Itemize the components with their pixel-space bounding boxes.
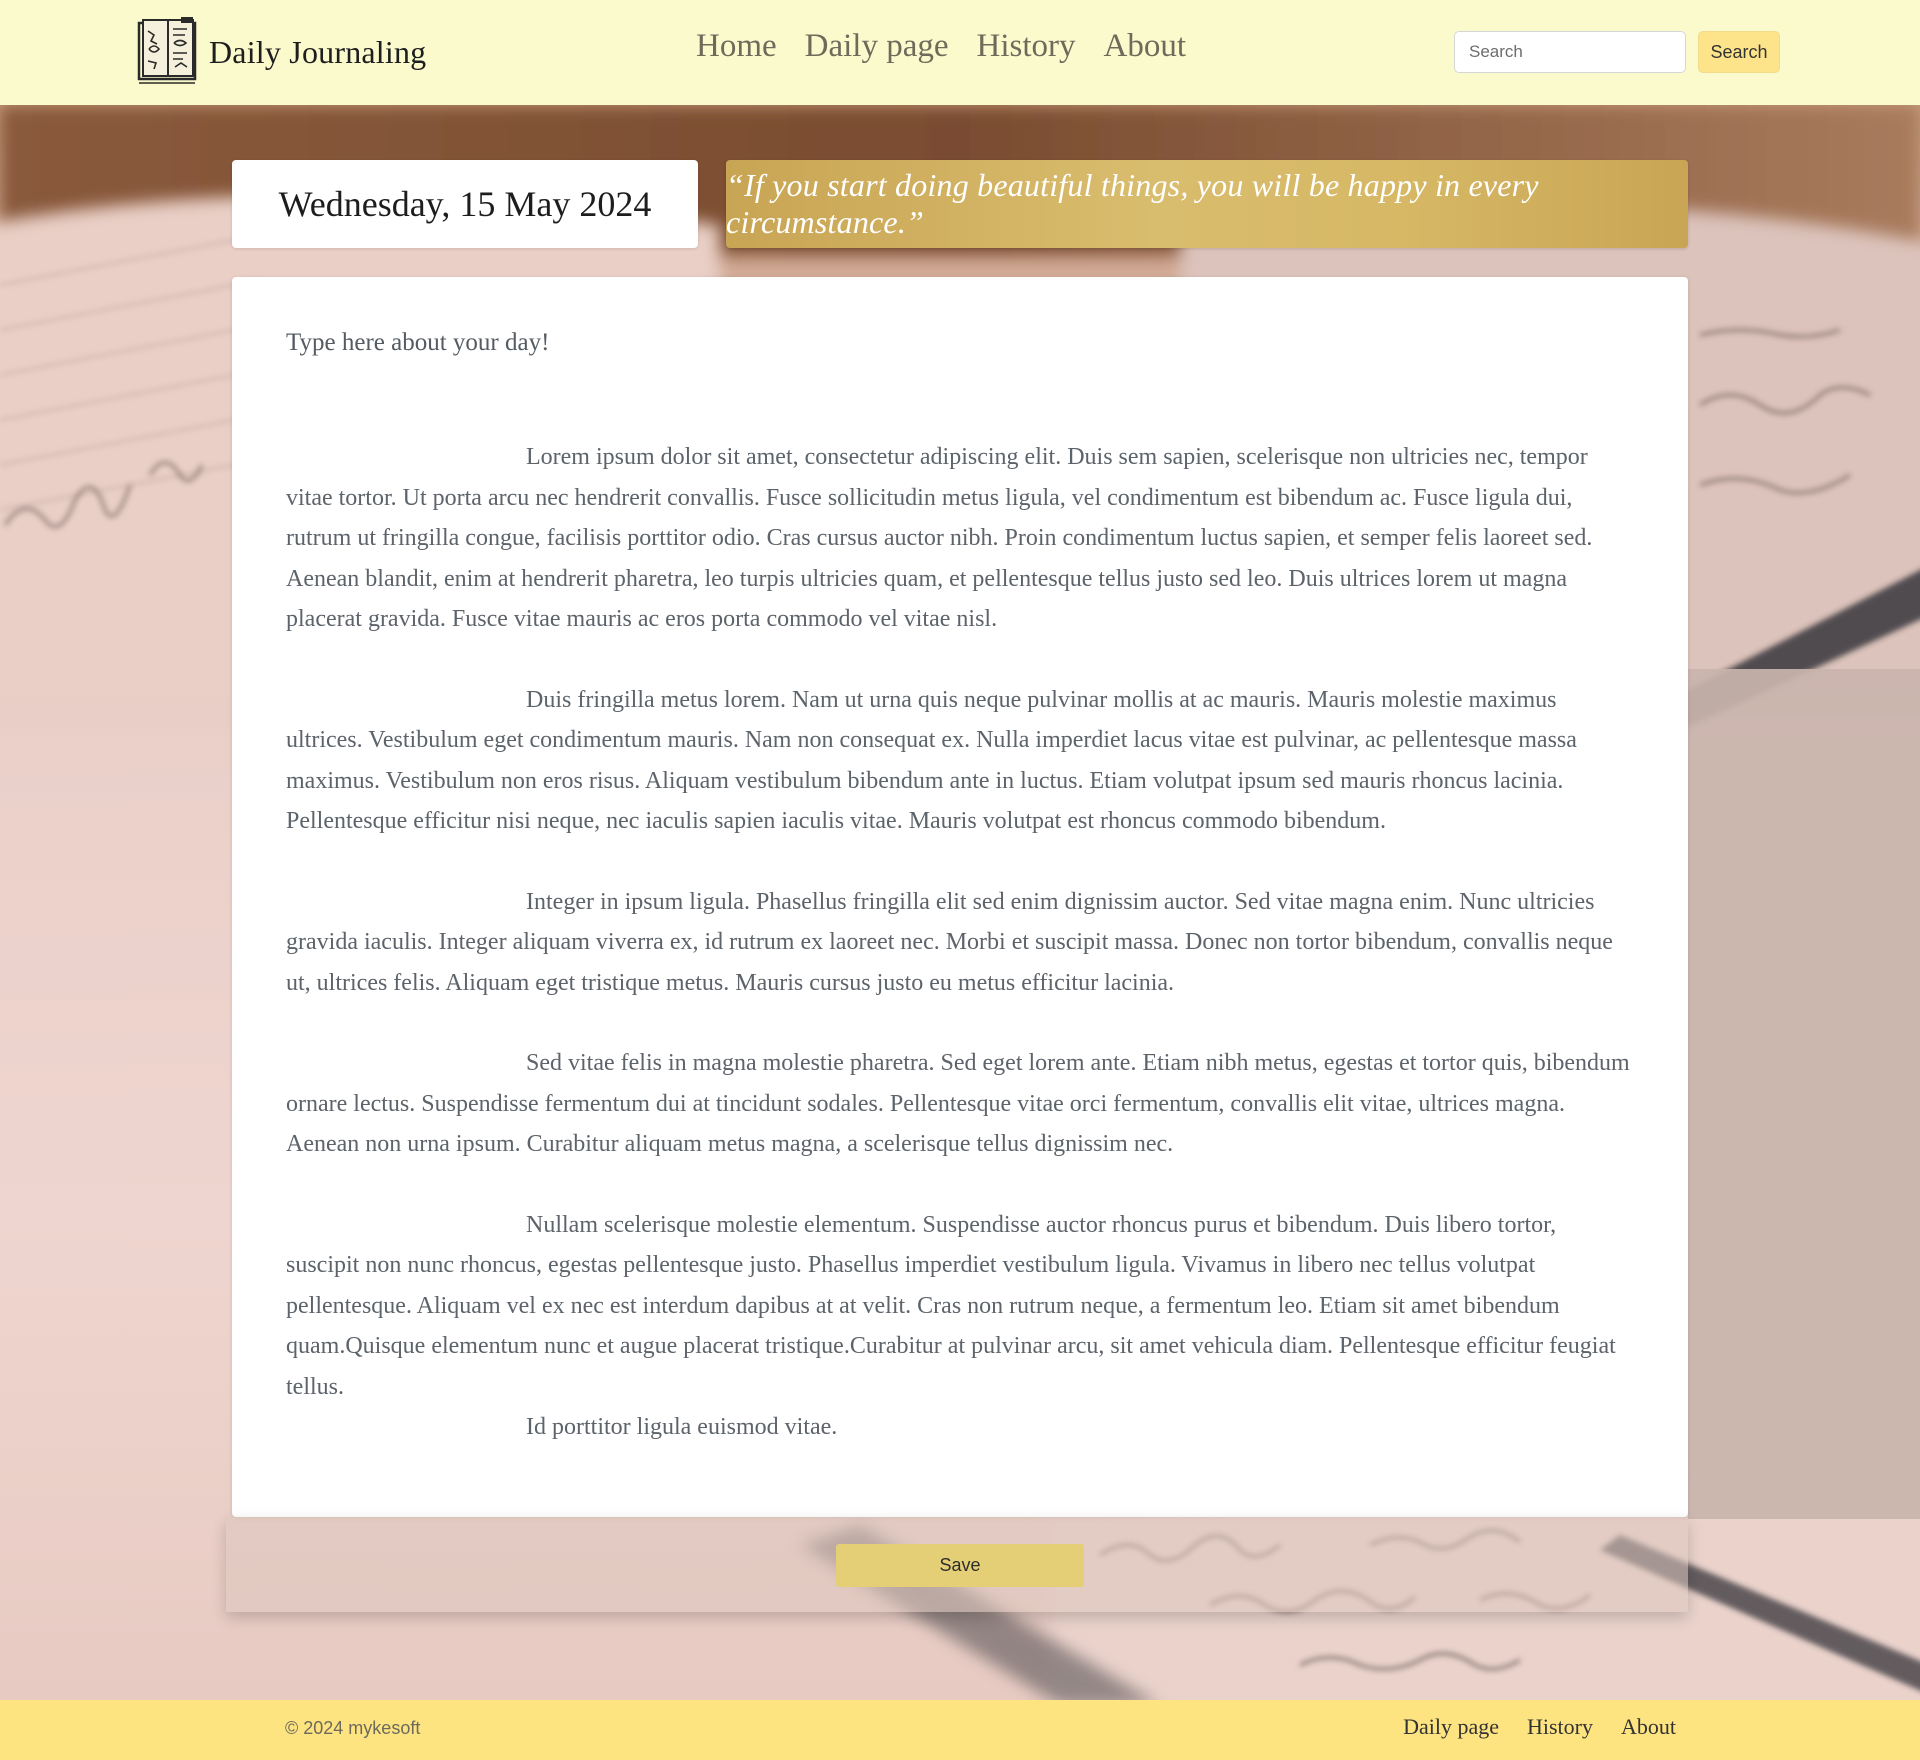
footer-nav: Daily page History About (1375, 1714, 1676, 1740)
entry-date: Wednesday, 15 May 2024 (278, 184, 652, 224)
footer-link-daily-page[interactable]: Daily page (1403, 1714, 1499, 1740)
nav-link-about[interactable]: About (1104, 28, 1187, 65)
entry-paragraph: Nullam scelerisque molestie elementum. S… (286, 1211, 1616, 1400)
date-card: Wednesday, 15 May 2024 (232, 160, 698, 248)
footer: © 2024 mykesoft Daily page History About (0, 1700, 1920, 1760)
search-input[interactable] (1454, 31, 1686, 73)
brand-name: Daily Journaling (209, 33, 427, 70)
entry-paragraph: Duis fringilla metus lorem. Nam ut urna … (286, 686, 1577, 835)
nav-link-history[interactable]: History (977, 28, 1076, 65)
main-nav: Home Daily page History About (696, 28, 1214, 65)
nav-link-daily-page[interactable]: Daily page (805, 28, 949, 65)
top-navbar: Daily Journaling Home Daily page History… (0, 0, 1920, 105)
entry-paragraph: Lorem ipsum dolor sit amet, consectetur … (286, 444, 1593, 632)
footer-link-history[interactable]: History (1527, 1714, 1593, 1740)
footer-link-about[interactable]: About (1621, 1714, 1676, 1740)
brand[interactable]: Daily Journaling (135, 16, 426, 88)
save-button[interactable]: Save (836, 1544, 1084, 1587)
daily-quote-banner: “If you start doing beautiful things, yo… (726, 160, 1688, 248)
search-button[interactable]: Search (1698, 31, 1780, 73)
nav-link-home[interactable]: Home (696, 28, 777, 65)
journal-entry-editor[interactable]: Type here about your day! Lorem ipsum do… (232, 277, 1688, 1517)
entry-prompt: Type here about your day! (286, 329, 550, 356)
background-overlay-panel (1688, 669, 1920, 1519)
journal-book-icon (137, 17, 197, 84)
copyright-text: © 2024 mykesoft (285, 1718, 421, 1738)
entry-paragraph: Id porttitor ligula euismod vitae. (526, 1414, 838, 1440)
entry-paragraph: Integer in ipsum ligula. Phasellus fring… (286, 888, 1613, 996)
daily-quote: “If you start doing beautiful things, yo… (726, 167, 1539, 240)
entry-paragraph: Sed vitae felis in magna molestie pharet… (286, 1050, 1630, 1157)
